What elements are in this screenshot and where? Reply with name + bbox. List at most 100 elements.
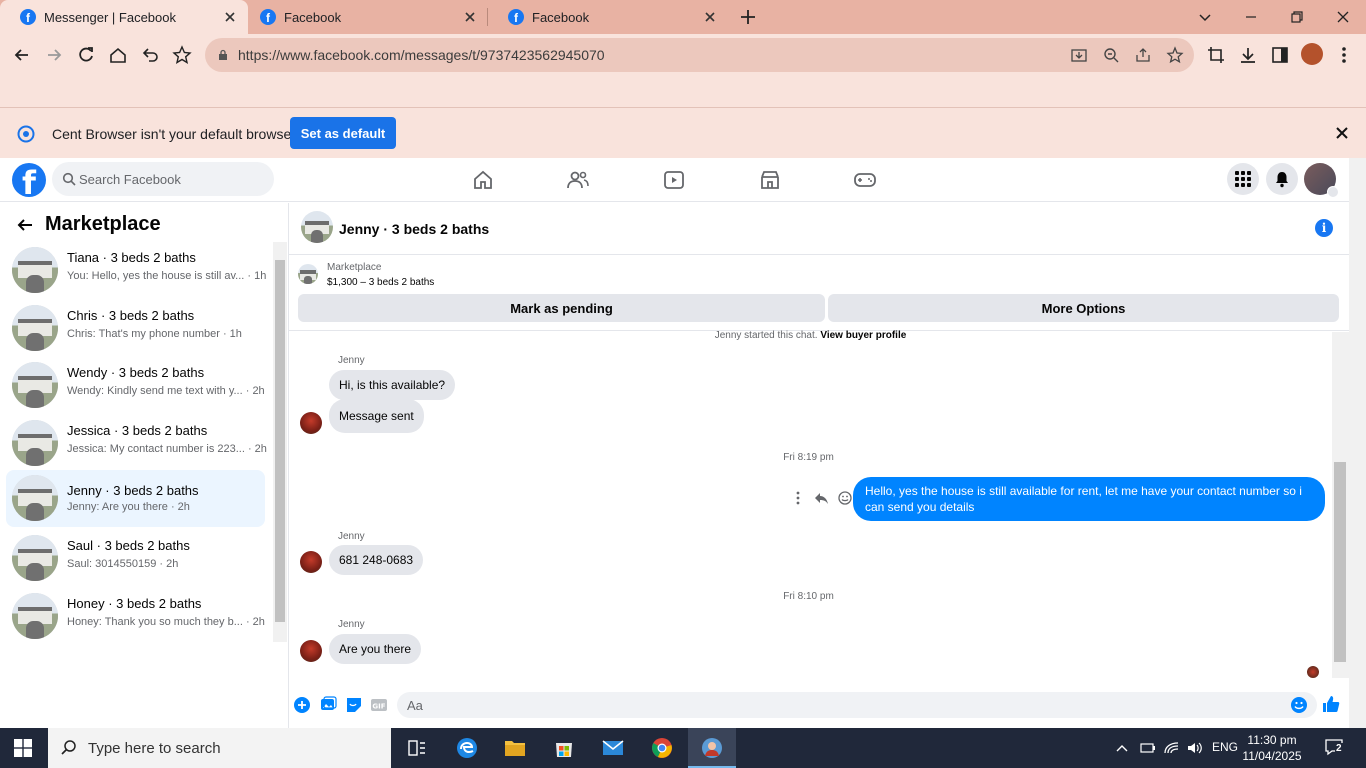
conversation-item[interactable]: Honey · 3 beds 2 baths Honey: Thank you … [6,589,265,645]
plus-circle-icon[interactable] [293,696,311,714]
language-indicator[interactable]: ENG [1212,740,1238,754]
browser-profile-avatar[interactable] [1301,43,1323,65]
wifi-icon[interactable] [1163,740,1181,756]
conversation-item[interactable]: Wendy · 3 beds 2 baths Wendy: Kindly sen… [6,358,265,414]
listing-thumbnail [12,593,58,639]
more-actions-icon[interactable] [791,490,805,506]
set-as-default-button[interactable]: Set as default [290,117,396,149]
thumbs-up-icon[interactable] [1321,694,1341,714]
reply-icon[interactable] [813,490,829,506]
marketplace-sidebar: Marketplace Tiana · 3 beds 2 baths You: … [0,203,289,728]
my-message-bubble[interactable]: Hello, yes the house is still available … [853,477,1325,521]
gaming-nav-icon[interactable] [853,168,877,192]
listing-thumbnail[interactable] [298,264,318,284]
facebook-search[interactable]: Search Facebook [52,162,274,196]
page-scrollbar[interactable] [1349,158,1366,728]
download-icon[interactable] [1238,45,1258,65]
sender-avatar[interactable] [300,412,322,434]
chrome-icon[interactable] [650,736,674,760]
bookmark-star-icon[interactable] [172,45,192,65]
marketplace-nav-icon[interactable] [758,168,782,192]
tab-messenger[interactable]: f Messenger | Facebook [0,0,248,34]
sidebar-toggle-icon[interactable] [1270,45,1290,65]
close-tab-icon[interactable] [222,9,238,25]
chat-listing-avatar[interactable] [301,211,333,243]
url-text[interactable]: https://www.facebook.com/messages/t/9737… [238,47,605,63]
gif-icon[interactable]: GIF [370,696,388,714]
forward-icon[interactable] [44,45,64,65]
message-bubble[interactable]: Hi, is this available? [329,370,456,400]
facebook-logo[interactable]: f [12,163,46,197]
windows-start-icon[interactable] [14,739,32,757]
close-tab-icon[interactable] [702,9,718,25]
install-app-icon[interactable] [1070,46,1088,64]
react-emoji-icon[interactable] [837,490,853,506]
share-icon[interactable] [1134,46,1152,64]
system-text: Jenny started this chat. [714,330,818,341]
menu-grid-button[interactable] [1227,163,1259,195]
chevron-down-icon[interactable] [1327,186,1339,198]
new-tab-icon[interactable] [738,7,758,27]
close-window-icon[interactable] [1332,6,1354,28]
chevron-up-icon[interactable] [1115,742,1129,754]
home-icon[interactable] [108,45,128,65]
message-bubble[interactable]: Message sent [329,399,424,433]
battery-icon[interactable] [1139,740,1157,756]
zoom-icon[interactable] [1102,46,1120,64]
photo-icon[interactable] [319,696,337,714]
home-nav-icon[interactable] [471,168,495,192]
taskbar-search[interactable]: Type here to search [48,728,391,768]
chat-scrollbar[interactable] [1332,332,1349,678]
undo-icon[interactable] [140,45,160,65]
view-buyer-profile-link[interactable]: View buyer profile [820,330,906,341]
sender-avatar[interactable] [300,640,322,662]
back-arrow-icon[interactable] [16,216,34,234]
notifications-button[interactable] [1266,163,1298,195]
sender-avatar[interactable] [300,551,322,573]
lock-icon[interactable] [217,49,229,61]
close-tab-icon[interactable] [462,9,478,25]
message-bubble[interactable]: Are you there [329,634,422,664]
conversation-item[interactable]: Tiana · 3 beds 2 baths You: Hello, yes t… [6,243,266,299]
edge-icon[interactable] [455,736,479,760]
chat-scroll-thumb[interactable] [1334,462,1346,662]
tab-search-icon[interactable] [1194,6,1216,28]
sidebar-scroll-thumb[interactable] [275,260,285,622]
tab-facebook-1[interactable]: f Facebook [248,0,488,34]
mail-icon[interactable] [601,736,625,760]
conversation-item[interactable]: Chris · 3 beds 2 baths Chris: That's my … [6,301,265,357]
watch-nav-icon[interactable] [662,168,686,192]
message-bubble[interactable]: 681 248-0683 [329,545,424,575]
file-explorer-icon[interactable] [503,736,527,760]
chat-title[interactable]: Jenny · 3 beds 2 baths [339,221,489,237]
info-icon[interactable]: i [1315,219,1333,237]
back-icon[interactable] [12,45,32,65]
notification-center[interactable]: 2 [1324,738,1346,758]
cent-browser-taskbar-active[interactable] [688,728,736,768]
conversation-name: Saul · 3 beds 2 baths [67,538,190,553]
close-infobar-icon[interactable] [1335,126,1349,140]
sticker-icon[interactable] [345,696,363,714]
message-input[interactable]: Aa [397,692,1317,718]
volume-icon[interactable] [1186,740,1204,756]
restore-icon[interactable] [1286,6,1308,28]
task-view-icon[interactable] [405,736,429,760]
address-bar[interactable]: https://www.facebook.com/messages/t/9737… [205,38,1194,72]
mark-as-pending-button[interactable]: Mark as pending [298,294,825,322]
conversation-item[interactable]: Jessica · 3 beds 2 baths Jessica: My con… [6,416,267,472]
emoji-icon[interactable] [1290,696,1308,714]
sidebar-scrollbar[interactable] [273,242,287,642]
conversation-item[interactable]: Saul · 3 beds 2 baths Saul: 3014550159 ·… [6,531,265,587]
reload-icon[interactable] [76,45,96,65]
system-clock[interactable]: 11:30 pm 11/04/2025 [1240,732,1304,764]
screenshot-icon[interactable] [1206,45,1226,65]
bookmark-page-star-icon[interactable] [1166,46,1184,64]
minimize-icon[interactable] [1240,6,1262,28]
conversation-item-active[interactable]: Jenny · 3 beds 2 baths Jenny: Are you th… [6,470,265,527]
account-avatar[interactable] [1304,163,1339,198]
friends-nav-icon[interactable] [566,168,590,192]
store-icon[interactable] [552,736,576,760]
tab-facebook-2[interactable]: f Facebook [488,0,728,34]
more-options-button[interactable]: More Options [828,294,1339,322]
menu-kebab-icon[interactable] [1334,45,1354,65]
